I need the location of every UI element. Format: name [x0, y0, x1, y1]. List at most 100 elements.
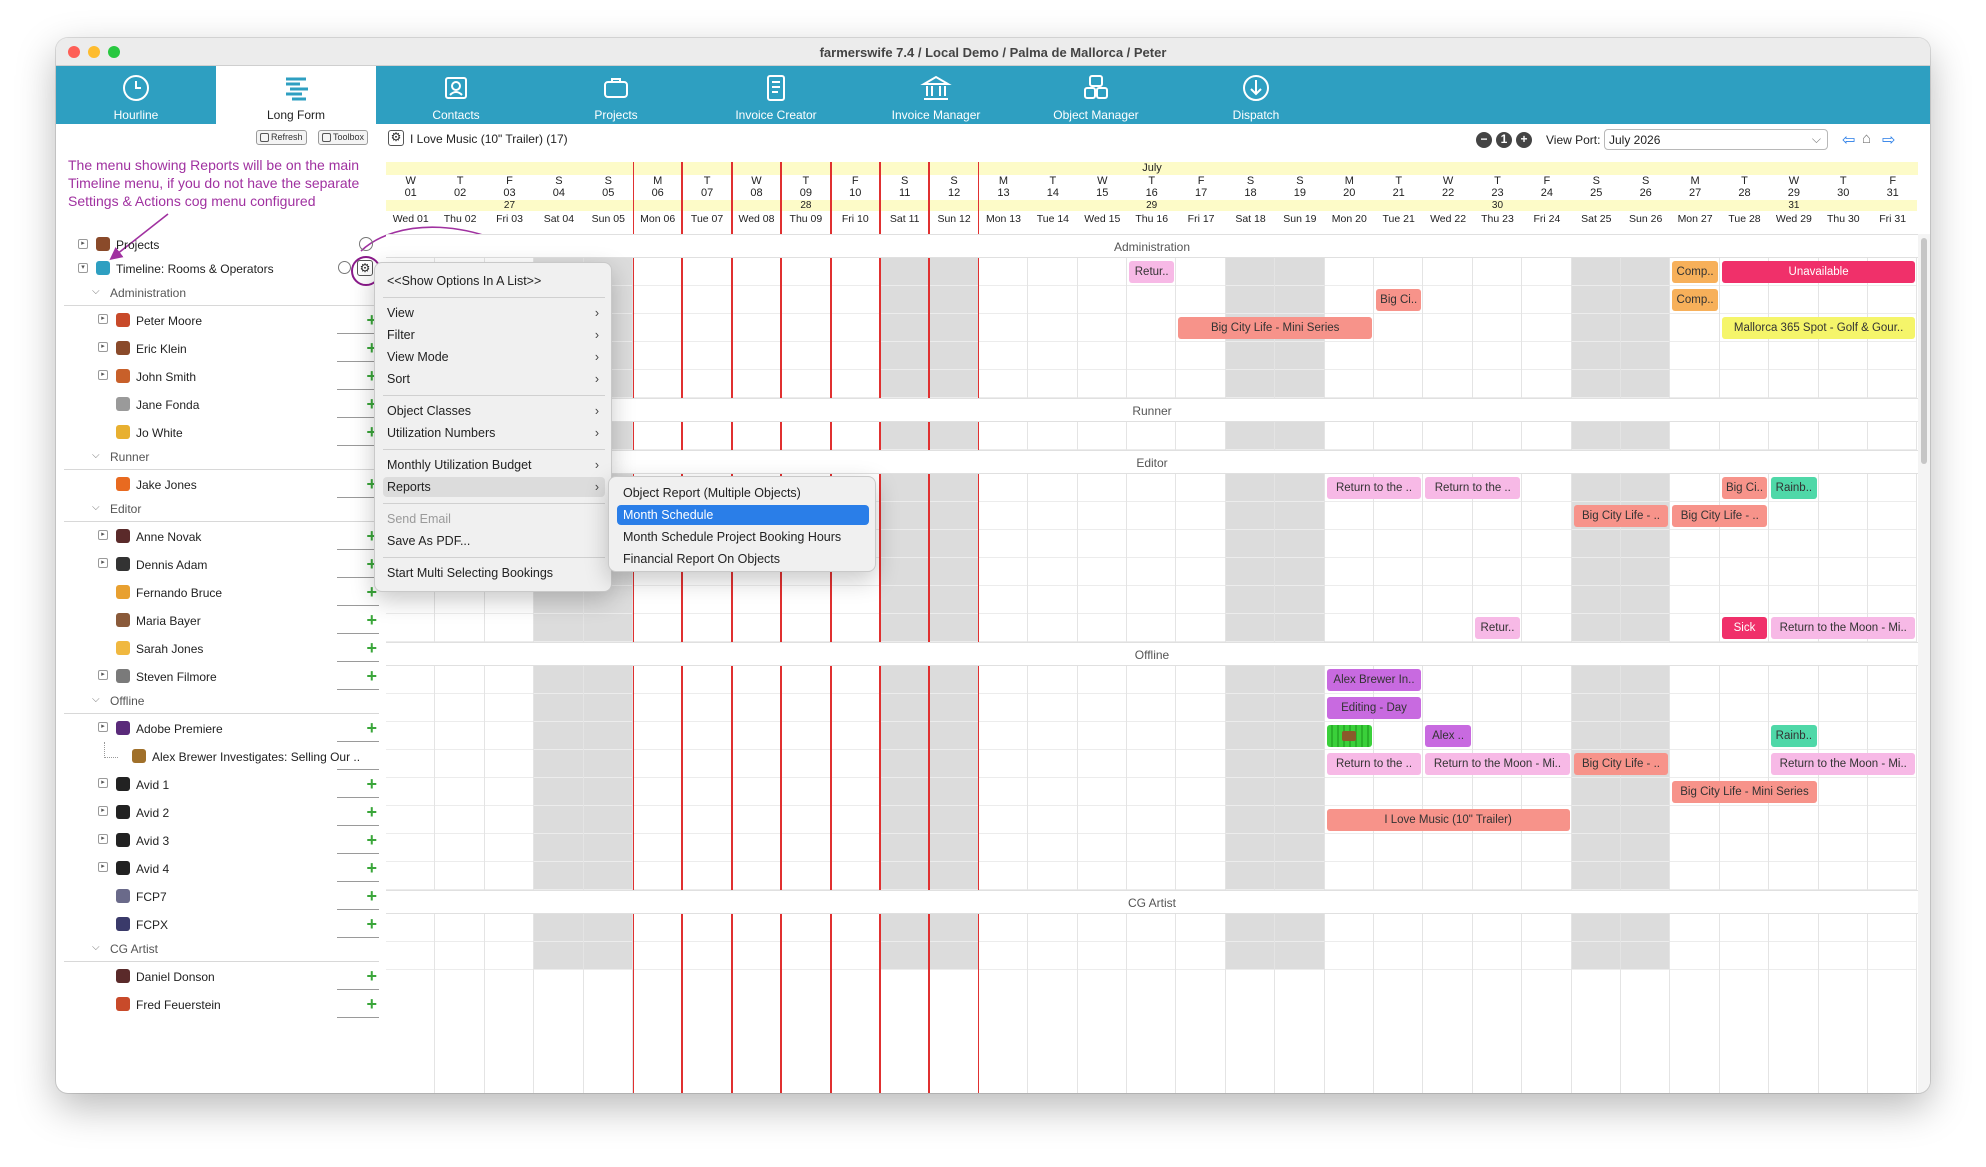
zoom-out-button[interactable]: − — [1476, 132, 1492, 148]
add-booking-icon[interactable]: + — [366, 995, 377, 1013]
booking[interactable]: Return to the Moon - Mi.. — [1771, 753, 1916, 775]
expand-toggle[interactable]: ▸ — [78, 239, 88, 249]
expand-toggle[interactable]: ▸ — [98, 834, 108, 844]
resource-row-eric-klein[interactable]: ▸ Eric Klein + — [64, 334, 379, 362]
group-administration[interactable]: ⌵ Administration — [64, 282, 379, 306]
booking[interactable]: I Love Music (10" Trailer) — [1326, 809, 1570, 831]
tab-long-form[interactable]: Long Form — [216, 66, 376, 124]
booking[interactable]: Comp.. — [1672, 261, 1718, 283]
booking[interactable]: Rainb.. — [1771, 477, 1817, 499]
expand-toggle[interactable]: ▸ — [98, 558, 108, 568]
chevron-down-icon[interactable]: ⌵ — [92, 942, 100, 953]
booking[interactable]: Return to the .. — [1425, 477, 1521, 499]
add-booking-icon[interactable]: + — [366, 915, 377, 933]
tab-invoice-creator[interactable]: Invoice Creator — [696, 66, 856, 124]
booking[interactable]: Editing - Day — [1326, 697, 1422, 719]
booking[interactable]: Return to the Moon - Mi.. — [1425, 753, 1570, 775]
group-runner[interactable]: ⌵ Runner — [64, 446, 379, 470]
project-gear-icon[interactable]: ⚙ — [388, 130, 404, 146]
resource-row-avid-2[interactable]: ▸ Avid 2 + — [64, 798, 379, 826]
group-offline[interactable]: ⌵ Offline — [64, 690, 379, 714]
add-booking-icon[interactable]: + — [366, 831, 377, 849]
expand-toggle[interactable]: ▸ — [98, 670, 108, 680]
add-booking-icon[interactable]: + — [366, 667, 377, 685]
expand-toggle[interactable]: ▸ — [98, 862, 108, 872]
resource-row-jane-fonda[interactable]: Jane Fonda + — [64, 390, 379, 418]
resource-row-daniel-donson[interactable]: Daniel Donson + — [64, 962, 379, 990]
resource-row-adobe-premiere[interactable]: ▸ Adobe Premiere + — [64, 714, 379, 742]
prev-arrow-icon[interactable]: ⇦ — [1842, 130, 1855, 150]
booking[interactable]: Rainb.. — [1771, 725, 1817, 747]
resource-row-avid-4[interactable]: ▸ Avid 4 + — [64, 854, 379, 882]
booking[interactable]: Big City Life - .. — [1672, 505, 1768, 527]
chevron-down-icon[interactable]: ⌵ — [92, 286, 100, 297]
toolbox-button[interactable]: Toolbox — [318, 130, 369, 145]
report-item-financial-report-on-objects[interactable]: Financial Report On Objects — [617, 549, 869, 569]
booking[interactable]: Big City Life - .. — [1573, 505, 1669, 527]
booking[interactable]: Return to the .. — [1326, 753, 1422, 775]
expand-toggle[interactable]: ▸ — [98, 342, 108, 352]
expand-toggle[interactable]: ▸ — [98, 314, 108, 324]
booking[interactable]: Retur.. — [1474, 617, 1521, 639]
search-icon[interactable] — [359, 237, 373, 251]
resource-row-jake-jones[interactable]: Jake Jones + — [64, 470, 379, 498]
expand-toggle[interactable]: ▸ — [98, 722, 108, 732]
add-booking-icon[interactable]: + — [366, 611, 377, 629]
add-booking-icon[interactable]: + — [366, 775, 377, 793]
resource-row-peter-moore[interactable]: ▸ Peter Moore + — [64, 306, 379, 334]
menu-item-reports[interactable]: Reports › — [383, 477, 605, 497]
group-cg-artist[interactable]: ⌵ CG Artist — [64, 938, 379, 962]
expand-toggle[interactable]: ▸ — [98, 778, 108, 788]
menu-item-start-multi-selecting-bookings[interactable]: Start Multi Selecting Bookings — [383, 563, 605, 583]
add-booking-icon[interactable]: + — [366, 967, 377, 985]
booking[interactable]: Unavailable — [1721, 261, 1916, 283]
booking[interactable]: Big City Life - Mini Series — [1178, 317, 1372, 339]
report-item-month-schedule[interactable]: Month Schedule — [617, 505, 869, 525]
expand-toggle[interactable]: ▸ — [98, 370, 108, 380]
tab-projects[interactable]: Projects — [536, 66, 696, 124]
viewport-select[interactable]: July 2026 ⌵ — [1604, 129, 1828, 150]
settings-gear-icon[interactable]: ⚙ — [357, 260, 373, 276]
report-item-object-report-multiple-objects[interactable]: Object Report (Multiple Objects) — [617, 483, 869, 503]
menu-item-show-options-in-a-list[interactable]: <<Show Options In A List>> — [383, 271, 605, 291]
add-booking-icon[interactable]: + — [366, 859, 377, 877]
booking[interactable]: Big Ci.. — [1721, 477, 1768, 499]
booking[interactable]: Sick — [1721, 617, 1768, 639]
menu-item-monthly-utilization-budget[interactable]: Monthly Utilization Budget › — [383, 455, 605, 475]
chevron-down-icon[interactable]: ⌵ — [92, 502, 100, 513]
vertical-scrollbar[interactable] — [1918, 234, 1930, 1093]
resource-row-sarah-jones[interactable]: Sarah Jones + — [64, 634, 379, 662]
resource-row-dennis-adam[interactable]: ▸ Dennis Adam + — [64, 550, 379, 578]
expand-toggle[interactable]: ▾ — [78, 263, 88, 273]
chevron-down-icon[interactable]: ⌵ — [92, 694, 100, 705]
resource-row-fcpx[interactable]: FCPX + — [64, 910, 379, 938]
booking[interactable]: Retur.. — [1129, 261, 1175, 283]
tree-projects[interactable]: ▸ Projects — [64, 234, 379, 258]
resource-row-fernando-bruce[interactable]: Fernando Bruce + — [64, 578, 379, 606]
resource-row-fcp7[interactable]: FCP7 + — [64, 882, 379, 910]
menu-item-sort[interactable]: Sort › — [383, 369, 605, 389]
booking[interactable]: Big City Life - Mini Series — [1672, 781, 1817, 803]
report-item-month-schedule-project-booking-hours[interactable]: Month Schedule Project Booking Hours — [617, 527, 869, 547]
booking[interactable]: Return to the Moon - Mi.. — [1771, 617, 1916, 639]
tab-dispatch[interactable]: Dispatch — [1176, 66, 1336, 124]
resource-row-avid-3[interactable]: ▸ Avid 3 + — [64, 826, 379, 854]
zoom-in-button[interactable]: + — [1516, 132, 1532, 148]
menu-item-utilization-numbers[interactable]: Utilization Numbers › — [383, 423, 605, 443]
resource-row-steven-filmore[interactable]: ▸ Steven Filmore + — [64, 662, 379, 690]
tab-object-manager[interactable]: Object Manager — [1016, 66, 1176, 124]
menu-item-filter[interactable]: Filter › — [383, 325, 605, 345]
refresh-button[interactable]: Refresh — [256, 130, 307, 145]
expand-toggle[interactable]: ▸ — [98, 806, 108, 816]
booking[interactable] — [1326, 725, 1372, 747]
resource-row-jo-white[interactable]: Jo White + — [64, 418, 379, 446]
resource-row-john-smith[interactable]: ▸ John Smith + — [64, 362, 379, 390]
resource-row-anne-novak[interactable]: ▸ Anne Novak + — [64, 522, 379, 550]
booking[interactable]: Big City Life - .. — [1573, 753, 1669, 775]
menu-item-object-classes[interactable]: Object Classes › — [383, 401, 605, 421]
add-booking-icon[interactable]: + — [366, 719, 377, 737]
expand-toggle[interactable]: ▸ — [98, 530, 108, 540]
resource-row-alex-brewer-investigates-selling-our[interactable]: Alex Brewer Investigates: Selling Our .. — [64, 742, 379, 770]
resource-row-avid-1[interactable]: ▸ Avid 1 + — [64, 770, 379, 798]
booking[interactable]: Big Ci.. — [1376, 289, 1422, 311]
